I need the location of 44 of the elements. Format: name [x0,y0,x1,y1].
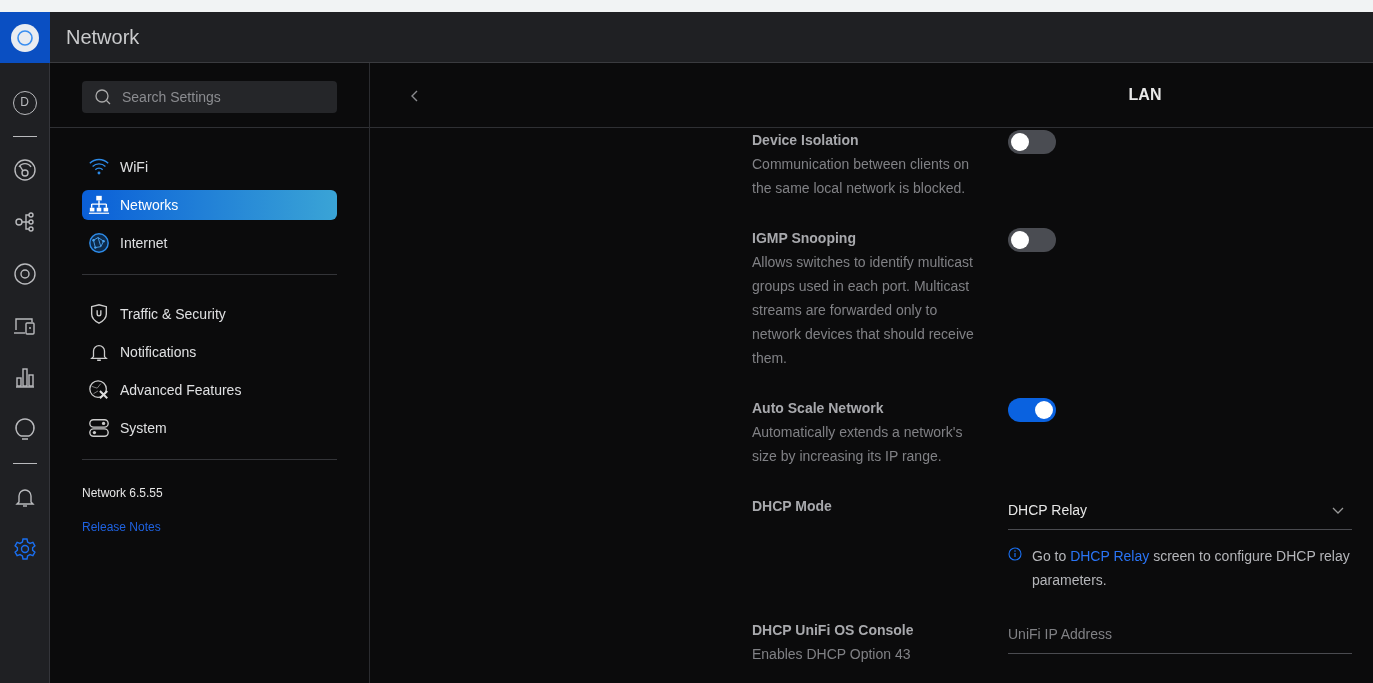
app-logo[interactable] [0,12,50,63]
input-field[interactable]: UniFi IP Address [1008,620,1352,654]
setting-description: Allows switches to identify multicast groups used in each port. Multicast streams are forwarded only to network devices that should receive them. [752,253,975,368]
toggles-icon [88,417,110,439]
gauge-icon [12,158,37,182]
target-icon [12,262,37,286]
dhcp-relay-link[interactable]: DHCP Relay [1070,548,1150,564]
setting-label: Device Isolation [752,131,860,150]
setting-description: Communication between clients on the same local network is blocked. [752,155,971,198]
settings-nav-item[interactable]: Traffic & Security [82,299,337,329]
toggle-switch[interactable] [1008,228,1056,252]
settings-nav-item[interactable]: Internet [82,228,337,258]
toggle-switch[interactable] [1008,130,1056,154]
version-text: Network 6.5.55 [82,485,164,502]
setting-description: Automatically extends a network's size by increasing its IP range. [752,423,964,466]
settings-icon [12,537,37,561]
logo-icon [10,22,40,53]
bulb-icon [12,418,37,442]
toggle-switch[interactable] [1008,398,1056,422]
search-field[interactable]: Search Settings [82,81,337,113]
dropdown-select[interactable]: DHCP Relay [1008,496,1352,530]
shield-icon [88,303,110,325]
topology-icon [12,210,37,234]
chevron-down-icon [1332,506,1344,515]
search-icon [94,88,112,106]
settings-nav-item[interactable]: Networks [82,190,337,220]
settings-nav-item[interactable]: Advanced Features [82,375,337,405]
app-title: Network [65,25,140,50]
settings-nav-item[interactable]: Notifications [82,337,337,367]
info-message: Go to DHCP Relay screen to configure DHCP relay parameters. [1032,547,1351,590]
info-icon [1008,547,1022,561]
setting-label: DHCP Mode [752,497,833,516]
release-notes-link[interactable]: Release Notes [82,518,161,536]
network-tree-icon [88,194,110,216]
setting-label: Auto Scale Network [752,399,885,418]
setting-label: IGMP Snooping [752,229,857,248]
setting-description: Enables DHCP Option 43 [752,645,912,664]
globe-wrench-icon [88,379,110,401]
settings-nav-item[interactable]: WiFi [82,152,337,182]
setting-label: DHCP UniFi OS Console [752,621,915,640]
chevron-left-icon [410,88,420,103]
page-title: LAN [1127,85,1163,105]
settings-nav-item[interactable]: System [82,413,337,443]
globe-icon [88,232,110,254]
